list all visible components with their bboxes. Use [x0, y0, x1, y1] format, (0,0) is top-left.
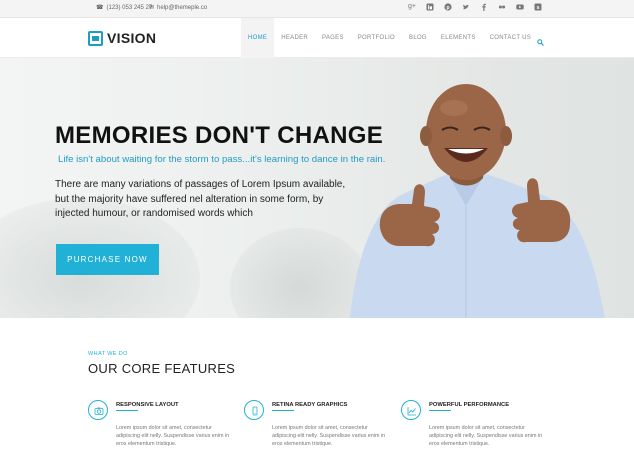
flickr-icon[interactable] — [498, 3, 506, 11]
nav-blog[interactable]: BLOG — [402, 18, 434, 58]
search-icon[interactable] — [537, 33, 544, 46]
feature-divider — [429, 410, 451, 411]
feature-description: Lorem ipsum dolor sit amet, consectetur … — [116, 425, 230, 447]
linkedin-icon[interactable] — [426, 3, 434, 11]
email-address[interactable]: help@themeple.co — [157, 5, 207, 11]
hero-title: MEMORIES DON'T CHANGE — [55, 122, 384, 149]
google-plus-icon[interactable]: g+ — [408, 3, 416, 11]
skype-icon[interactable]: s — [534, 3, 542, 11]
svg-text:s: s — [536, 5, 539, 11]
feature-title: RESPONSIVE LAYOUT — [116, 402, 179, 408]
pinterest-icon[interactable]: p — [444, 3, 452, 11]
envelope-icon: ✉ — [149, 5, 155, 11]
hero-section: MEMORIES DON'T CHANGE Life isn't about w… — [0, 58, 634, 318]
features-section: WHAT WE DO OUR CORE FEATURES RESPONSIVE … — [0, 318, 634, 458]
svg-text:p: p — [446, 5, 449, 11]
twitter-icon[interactable] — [462, 3, 470, 11]
email-contact[interactable]: ✉ help@themeple.co — [149, 4, 207, 12]
camera-icon — [88, 400, 108, 420]
youtube-icon[interactable] — [516, 3, 524, 11]
nav-contact-us[interactable]: CONTACT US — [483, 18, 538, 58]
section-heading: OUR CORE FEATURES — [88, 361, 236, 376]
hero-person-image — [350, 84, 605, 318]
logo-icon — [88, 30, 103, 46]
section-eyebrow: WHAT WE DO — [88, 351, 128, 357]
facebook-icon[interactable] — [480, 3, 488, 11]
logo-text: VISION — [107, 30, 157, 46]
social-links: g+ p s — [398, 3, 542, 11]
feature-divider — [272, 410, 294, 411]
top-bar: ☎ (123) 053 245 27 ✉ help@themeple.co g+… — [0, 0, 634, 18]
nav-elements[interactable]: ELEMENTS — [434, 18, 483, 58]
nav-pages[interactable]: PAGES — [315, 18, 351, 58]
site-header: VISION HOME HEADER PAGES PORTFOLIO BLOG … — [0, 18, 634, 58]
phone-icon — [244, 400, 264, 420]
phone-number: (123) 053 245 27 — [106, 4, 153, 11]
phone-contact: ☎ (123) 053 245 27 — [96, 4, 153, 12]
feature-title: POWERFUL PERFORMANCE — [429, 402, 510, 408]
hero-body-text: There are many variations of passages of… — [55, 179, 346, 219]
main-navigation: HOME HEADER PAGES PORTFOLIO BLOG ELEMENT… — [241, 18, 544, 58]
feature-title: RETINA READY GRAPHICS — [272, 402, 348, 408]
nav-home[interactable]: HOME — [241, 18, 275, 58]
purchase-now-button[interactable]: PURCHASE NOW — [56, 244, 159, 275]
feature-description: Lorem ipsum dolor sit amet, consectetur … — [272, 425, 386, 447]
feature-description: Lorem ipsum dolor sit amet, consectetur … — [429, 425, 543, 447]
feature-divider — [116, 410, 138, 411]
nav-header[interactable]: HEADER — [274, 18, 315, 58]
hero-subtitle: Life isn't about waiting for the storm t… — [58, 154, 386, 165]
chart-icon — [401, 400, 421, 420]
phone-icon: ☎ — [96, 5, 104, 11]
nav-portfolio[interactable]: PORTFOLIO — [351, 18, 402, 58]
site-logo[interactable]: VISION — [88, 30, 156, 46]
